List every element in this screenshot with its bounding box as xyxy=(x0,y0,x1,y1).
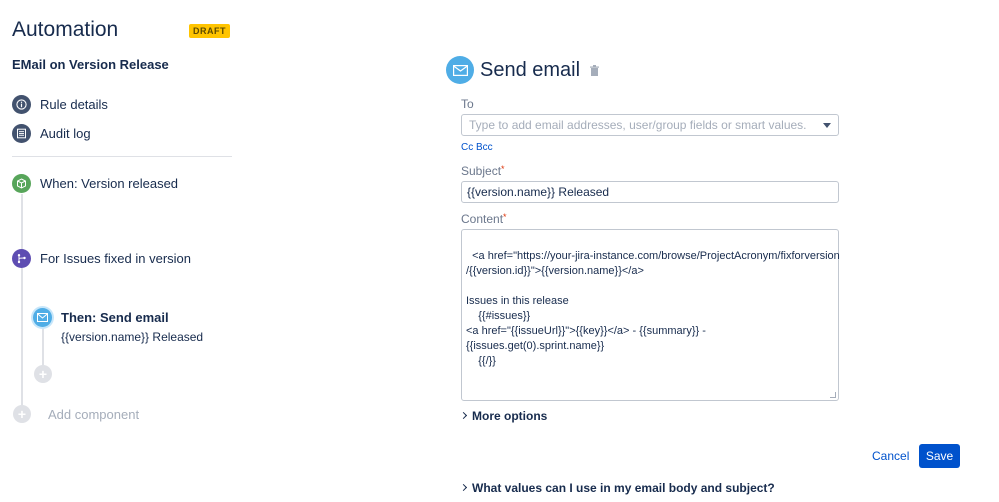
page-title: Automation xyxy=(12,18,119,41)
nav-item-label: Rule details xyxy=(40,97,108,112)
action-step-send-email[interactable]: Then: Send email xyxy=(33,308,169,327)
chevron-right-icon xyxy=(459,483,468,491)
subject-label: Subject* xyxy=(461,164,505,178)
nav-item-rule-details[interactable]: Rule details xyxy=(12,95,108,114)
rule-name: EMail on Version Release xyxy=(12,57,169,72)
subject-label-text: Subject xyxy=(461,164,502,178)
branch-icon xyxy=(12,249,31,268)
divider xyxy=(12,156,232,157)
add-branch-component-button[interactable]: + xyxy=(34,365,52,383)
branch-step[interactable]: For Issues fixed in version xyxy=(12,249,191,268)
step-label: For Issues fixed in version xyxy=(40,251,192,266)
subject-value: {{version.name}} Released xyxy=(467,185,610,199)
step-label: Then: Send email xyxy=(61,310,169,325)
required-mark: * xyxy=(501,164,505,174)
to-label: To xyxy=(461,97,474,111)
subject-field[interactable]: {{version.name}} Released xyxy=(461,181,839,203)
to-placeholder: Type to add email addresses, user/group … xyxy=(469,118,807,132)
action-title: Send email xyxy=(480,58,581,81)
trigger-step[interactable]: When: Version released xyxy=(12,174,178,193)
cancel-button[interactable]: Cancel xyxy=(872,449,909,463)
add-component-button[interactable]: + xyxy=(13,405,31,423)
help-label: What values can I use in my email body a… xyxy=(472,481,775,495)
info-icon xyxy=(12,95,31,114)
content-label-text: Content xyxy=(461,212,504,226)
chevron-down-icon[interactable] xyxy=(823,122,831,128)
content-label: Content* xyxy=(461,212,507,226)
plus-icon: + xyxy=(38,366,48,382)
list-icon xyxy=(12,124,31,143)
save-button[interactable]: Save xyxy=(919,444,960,468)
to-field[interactable]: Type to add email addresses, user/group … xyxy=(461,114,839,136)
step-label: When: Version released xyxy=(40,176,179,191)
plus-icon: + xyxy=(17,406,27,422)
content-value: <a href="https://your-jira-instance.com/… xyxy=(466,250,840,367)
content-textarea[interactable]: <a href="https://your-jira-instance.com/… xyxy=(461,229,840,401)
nav-item-audit-log[interactable]: Audit log xyxy=(12,124,91,143)
envelope-icon xyxy=(33,308,52,327)
cc-bcc-link[interactable]: Cc Bcc xyxy=(461,142,493,153)
status-badge: DRAFT xyxy=(189,24,230,38)
cube-icon xyxy=(12,174,31,193)
timeline-line xyxy=(21,194,23,250)
trash-icon[interactable] xyxy=(590,64,600,76)
help-toggle[interactable]: What values can I use in my email body a… xyxy=(459,481,775,495)
resize-handle[interactable] xyxy=(830,392,836,398)
add-component-label[interactable]: Add component xyxy=(48,407,139,422)
nav-item-label: Audit log xyxy=(40,126,91,141)
step-summary: {{version.name}} Released xyxy=(61,330,204,344)
more-options-toggle[interactable]: More options xyxy=(459,409,548,423)
required-mark: * xyxy=(503,212,507,222)
more-options-label: More options xyxy=(472,409,548,423)
chevron-right-icon xyxy=(459,411,468,419)
timeline-line xyxy=(21,268,23,408)
envelope-icon xyxy=(446,56,474,84)
branch-line xyxy=(42,328,44,366)
action-header: Send email xyxy=(446,56,600,84)
